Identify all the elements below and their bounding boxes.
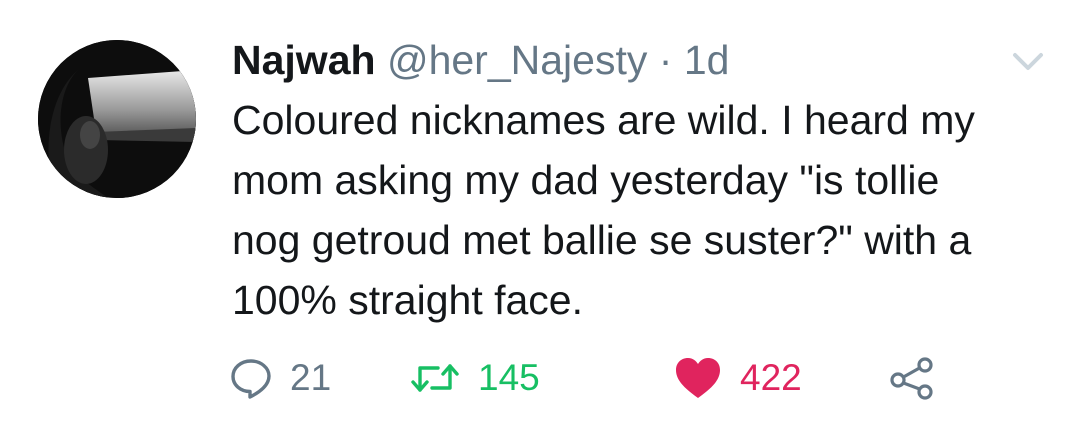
reply-icon bbox=[231, 359, 271, 399]
reply-button[interactable]: 21 bbox=[230, 352, 331, 404]
share-icon bbox=[890, 357, 933, 400]
author-name[interactable]: Najwah bbox=[232, 37, 376, 83]
heart-icon bbox=[676, 358, 720, 398]
avatar[interactable] bbox=[38, 40, 196, 198]
timestamp[interactable]: 1d bbox=[684, 37, 730, 83]
chevron-down-icon bbox=[1013, 53, 1043, 70]
tweet-menu-button[interactable] bbox=[1008, 46, 1048, 76]
retweet-icon bbox=[411, 364, 459, 392]
reply-count: 21 bbox=[290, 357, 332, 398]
like-count: 422 bbox=[740, 357, 802, 398]
retweet-button[interactable]: 145 bbox=[410, 352, 540, 404]
like-button[interactable]: 422 bbox=[674, 352, 802, 404]
profile-photo bbox=[38, 40, 196, 198]
tweet-text: Coloured nicknames are wild. I heard my … bbox=[232, 97, 975, 323]
tweet-header: Najwah @her_Najesty · 1d bbox=[232, 36, 729, 84]
separator: · bbox=[658, 37, 673, 83]
retweet-count: 145 bbox=[478, 357, 540, 398]
author-handle[interactable]: @her_Najesty bbox=[387, 37, 647, 83]
share-button[interactable] bbox=[888, 352, 936, 404]
tweet-actions: 21 145 422 bbox=[230, 352, 990, 404]
